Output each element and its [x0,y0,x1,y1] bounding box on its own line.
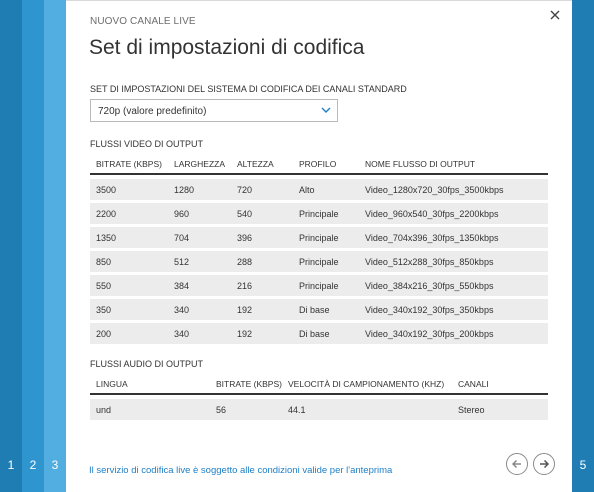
cell-channels: Stereo [458,405,485,415]
wizard-step-1-strip[interactable] [0,0,22,492]
cell-height: 720 [237,185,253,195]
cell-profile: Principale [299,233,339,243]
table-row: 550 384 216 Principale Video_384x216_30f… [90,275,548,296]
table-row: 850 512 288 Principale Video_512x288_30f… [90,251,548,272]
cell-height: 192 [237,305,253,315]
cell-stream-name: Video_384x216_30fps_550kbps [365,281,494,291]
cell-stream-name: Video_340x192_30fps_200kbps [365,329,494,339]
dialog-title: Set di impostazioni di codifica [89,36,365,59]
preset-select[interactable]: 720p (valore predefinito) [90,99,338,122]
cell-profile: Principale [299,257,339,267]
cell-profile: Di base [299,305,330,315]
step-number-2[interactable]: 2 [22,458,44,472]
video-col-profile: PROFILO [299,159,337,169]
cell-profile: Principale [299,281,339,291]
cell-width: 340 [174,305,190,315]
audio-table-header: LINGUA BITRATE (KBPS) VELOCITÀ DI CAMPIO… [90,373,548,395]
video-table-header: BITRATE (KBPS) LARGHEZZA ALTEZZA PROFILO… [90,153,548,175]
cell-width: 512 [174,257,190,267]
cell-height: 540 [237,209,253,219]
preset-label: SET DI IMPOSTAZIONI DEL SISTEMA DI CODIF… [90,84,407,94]
back-button[interactable] [506,453,528,475]
cell-stream-name: Video_512x288_30fps_850kbps [365,257,494,267]
cell-profile: Di base [299,329,330,339]
cell-bitrate: 2200 [96,209,117,219]
cell-height: 288 [237,257,253,267]
video-section-label: FLUSSI VIDEO DI OUTPUT [90,139,204,149]
cell-width: 704 [174,233,190,243]
cell-stream-name: Video_340x192_30fps_350kbps [365,305,494,315]
cell-bitrate: 850 [96,257,112,267]
cell-bitrate: 550 [96,281,112,291]
audio-col-bitrate: BITRATE (KBPS) [216,379,282,389]
audio-col-sample-rate: VELOCITÀ DI CAMPIONAMENTO (KHZ) [288,379,445,389]
cell-width: 340 [174,329,190,339]
cell-sample-rate: 44.1 [288,405,306,415]
wizard-step-3-strip[interactable] [44,0,66,492]
cell-height: 396 [237,233,253,243]
arrow-left-icon [511,459,521,469]
preview-terms-link[interactable]: Il servizio di codifica live è soggetto … [89,465,392,476]
cell-bitrate: 200 [96,329,112,339]
cell-height: 216 [237,281,253,291]
audio-col-language: LINGUA [96,379,128,389]
close-icon[interactable] [550,7,560,23]
step-number-3[interactable]: 3 [44,458,66,472]
table-row: 2200 960 540 Principale Video_960x540_30… [90,203,548,224]
cell-width: 384 [174,281,190,291]
cell-width: 960 [174,209,190,219]
arrow-right-icon [540,459,550,469]
cell-stream-name: Video_704x396_30fps_1350kbps [365,233,499,243]
table-row: 1350 704 396 Principale Video_704x396_30… [90,227,548,248]
wizard-step-2-strip[interactable] [22,0,44,492]
cell-profile: Alto [299,185,315,195]
table-row: und 56 44.1 Stereo [90,399,548,420]
cell-width: 1280 [174,185,195,195]
chevron-down-icon [321,107,331,113]
cell-bitrate: 1350 [96,233,117,243]
audio-section-label: FLUSSI AUDIO DI OUTPUT [90,359,204,369]
cell-stream-name: Video_1280x720_30fps_3500kbps [365,185,504,195]
encoding-preset-dialog: NUOVO CANALE LIVE Set di impostazioni di… [66,0,572,492]
cell-height: 192 [237,329,253,339]
cell-bitrate: 56 [216,405,227,415]
cell-stream-name: Video_960x540_30fps_2200kbps [365,209,499,219]
step-number-1[interactable]: 1 [0,458,22,472]
step-number-5[interactable]: 5 [572,458,594,472]
cell-language: und [96,405,112,415]
audio-col-channels: CANALI [458,379,489,389]
cell-bitrate: 3500 [96,185,117,195]
video-col-bitrate: BITRATE (KBPS) [96,159,162,169]
next-button[interactable] [533,453,555,475]
preset-select-value: 720p (valore predefinito) [98,106,207,117]
cell-bitrate: 350 [96,305,112,315]
video-col-width: LARGHEZZA [174,159,226,169]
dialog-subtitle: NUOVO CANALE LIVE [90,16,196,27]
cell-profile: Principale [299,209,339,219]
video-col-height: ALTEZZA [237,159,274,169]
table-row: 3500 1280 720 Alto Video_1280x720_30fps_… [90,179,548,200]
video-col-stream-name: NOME FLUSSO DI OUTPUT [365,159,476,169]
wizard-step-5-strip[interactable] [572,0,594,492]
table-row: 350 340 192 Di base Video_340x192_30fps_… [90,299,548,320]
table-row: 200 340 192 Di base Video_340x192_30fps_… [90,323,548,344]
